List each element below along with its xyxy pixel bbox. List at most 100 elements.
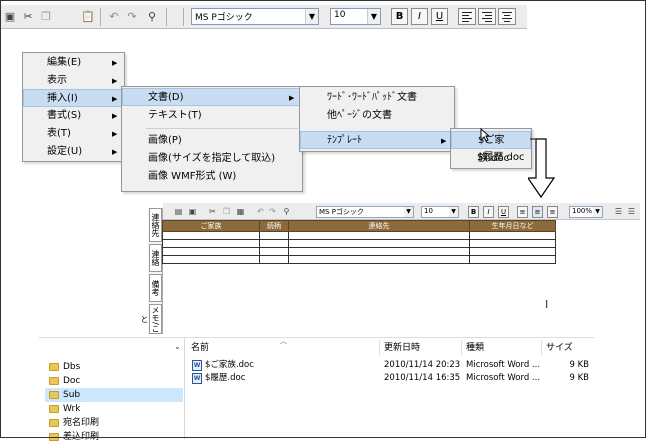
italic-button[interactable]: I [411,8,428,25]
paste-icon[interactable]: 📋 [80,9,96,25]
submenu-arrow-icon: ▶ [112,148,118,156]
side-tab-notice[interactable]: 連絡 [149,244,162,272]
cut-icon[interactable]: ✂ [20,9,36,25]
column-header-date[interactable]: 更新日時 [384,340,420,356]
redo-icon[interactable]: ↷ [124,9,140,25]
align-center-button[interactable]: ≡ [547,206,558,218]
zoom-select[interactable]: 100% ▼ [569,206,603,218]
column-header-name[interactable]: 名前 [191,340,209,356]
chevron-down-icon[interactable]: ▼ [305,9,318,24]
menu-item-template[interactable]: ﾃﾝﾌﾟﾚｰﾄ ▶ [300,131,454,149]
menu-item-document[interactable]: 文書(D) ▶ [122,88,302,106]
font-name-select[interactable]: MS Pゴシック ▼ [191,8,319,25]
menu-item-image[interactable]: 画像(P) [122,132,302,150]
chevron-down-icon[interactable]: ▼ [449,207,458,217]
align-left-button[interactable]: ≡ [517,206,528,218]
menu-item-word-document[interactable]: ﾜｰﾄﾞ･ﾜｰﾄﾞﾊﾟｯﾄﾞ文書 [300,89,454,107]
nav-folder-dbs[interactable]: Dbs [45,360,183,374]
bold-button[interactable]: B [468,206,479,218]
bold-button[interactable]: B [391,8,408,25]
template-item-history[interactable]: $履歴.doc [451,149,531,167]
find-icon[interactable]: ⚲ [144,9,160,25]
numbered-list-icon[interactable]: ☰ [613,206,624,217]
folder-label: Dbs [63,362,81,372]
file-row[interactable]: W $履歴.doc 2010/11/14 16:35 Microsoft Wor… [189,372,594,385]
nav-folder-sub[interactable]: Sub [45,388,183,402]
align-center-button[interactable] [498,8,516,25]
undo-icon[interactable]: ↶ [255,206,266,217]
table-row[interactable] [162,239,556,248]
navigation-pane: ⌄ Dbs Doc Sub Wrk 宛名印刷 差込印刷 [39,338,185,442]
menu-item-label: 表示 [47,75,67,86]
paste-icon[interactable]: ▦ [235,206,246,217]
italic-button[interactable]: I [483,206,494,218]
side-tab-contact[interactable]: 連絡先 [149,208,162,242]
side-tab-notes[interactable]: 備考 [149,274,162,302]
undo-icon[interactable]: ↶ [106,9,122,25]
font-size-select[interactable]: 10 ▼ [330,8,381,25]
file-size: 9 KB [569,373,589,383]
font-name-select[interactable]: MS Pゴシック ▼ [316,206,414,218]
table-row[interactable] [162,255,556,264]
file-row[interactable]: W $ご家族.doc 2010/11/14 20:23 Microsoft Wo… [189,359,594,372]
menu-item-other-page-document[interactable]: 他ﾍﾟｰｼﾞの文書 [300,107,454,125]
template-item-family[interactable]: $ご家族.doc [451,131,531,164]
chevron-down-icon[interactable]: ▼ [367,9,380,24]
nav-folder-address-print[interactable]: 宛名印刷 [45,416,183,430]
menu-item-format[interactable]: 書式(S) ▶ [23,107,124,125]
context-menu: 編集(E) ▶ 表示 ▶ 挿入(I) ▶ 書式(S) ▶ 表(T) ▶ 設定(U… [22,52,125,162]
menu-item-image-sized[interactable]: 画像(サイズを指定して取込) [122,150,302,168]
font-size-select[interactable]: 10 ▼ [421,206,459,218]
chevron-down-icon[interactable]: ▼ [593,207,602,217]
chevron-down-icon[interactable]: ▼ [404,207,413,217]
print-preview-icon[interactable]: ▣ [187,206,198,217]
table-header: 生年月日など [469,220,556,232]
menu-item-label: 表(T) [47,128,71,139]
menu-item-label: $履歴.doc [477,152,525,163]
align-left-button[interactable] [458,8,476,25]
menu-item-image-wmf[interactable]: 画像 WMF形式 (W) [122,168,302,186]
submenu-arrow-icon: ▶ [112,112,118,120]
submenu-arrow-icon: ▶ [112,130,118,138]
submenu-arrow-icon: ▶ [289,94,295,102]
menu-item-edit[interactable]: 編集(E) ▶ [23,54,124,72]
find-icon[interactable]: ⚲ [281,206,292,217]
font-name-value: MS Pゴシック [195,13,253,23]
nav-folder-doc[interactable]: Doc [45,374,183,388]
menu-item-insert[interactable]: 挿入(I) ▶ [23,89,124,107]
side-tab-memo[interactable]: メモ/こと [140,304,162,334]
copy-icon[interactable]: ❐ [221,206,232,217]
file-size: 9 KB [569,360,589,370]
file-type: Microsoft Word ... [466,373,541,383]
table-row[interactable] [162,231,556,240]
bullet-list-icon[interactable]: ☰ [626,206,637,217]
column-header-size[interactable]: サイズ [546,340,573,356]
side-tab-strip: 連絡先 連絡 備考 メモ/こと [140,208,163,334]
table-row[interactable] [162,247,556,256]
menu-item-label: ﾃﾝﾌﾟﾚｰﾄ [327,135,362,146]
menu-item-table[interactable]: 表(T) ▶ [23,125,124,143]
table-header: ご家族 [162,220,260,232]
column-header-type[interactable]: 種類 [466,340,484,356]
align-right-button[interactable] [478,8,496,25]
align-right-button[interactable]: ≡ [532,206,543,218]
print-icon[interactable]: ▤ [173,206,184,217]
print-preview-icon[interactable]: ▣ [2,9,18,25]
menu-item-settings[interactable]: 設定(U) ▶ [23,143,124,161]
underline-button[interactable]: U [431,8,448,25]
redo-icon[interactable]: ↷ [267,206,278,217]
table-header: 続柄 [259,220,289,232]
cut-icon[interactable]: ✂ [207,206,218,217]
menu-item-view[interactable]: 表示 ▶ [23,72,124,90]
underline-button[interactable]: U [498,206,509,218]
menu-item-label: 編集(E) [47,57,82,68]
nav-folder-wrk[interactable]: Wrk [45,402,183,416]
folder-icon [49,363,59,371]
family-table: ご家族 続柄 連絡先 生年月日など [162,220,556,264]
submenu-arrow-icon: ▶ [112,59,118,67]
menu-item-text[interactable]: テキスト(T) [122,107,302,125]
copy-icon[interactable]: ❐ [38,9,54,25]
chevron-down-icon[interactable]: ⌄ [174,342,181,351]
folder-icon [49,419,59,427]
nav-folder-merge-print[interactable]: 差込印刷 [45,430,183,444]
